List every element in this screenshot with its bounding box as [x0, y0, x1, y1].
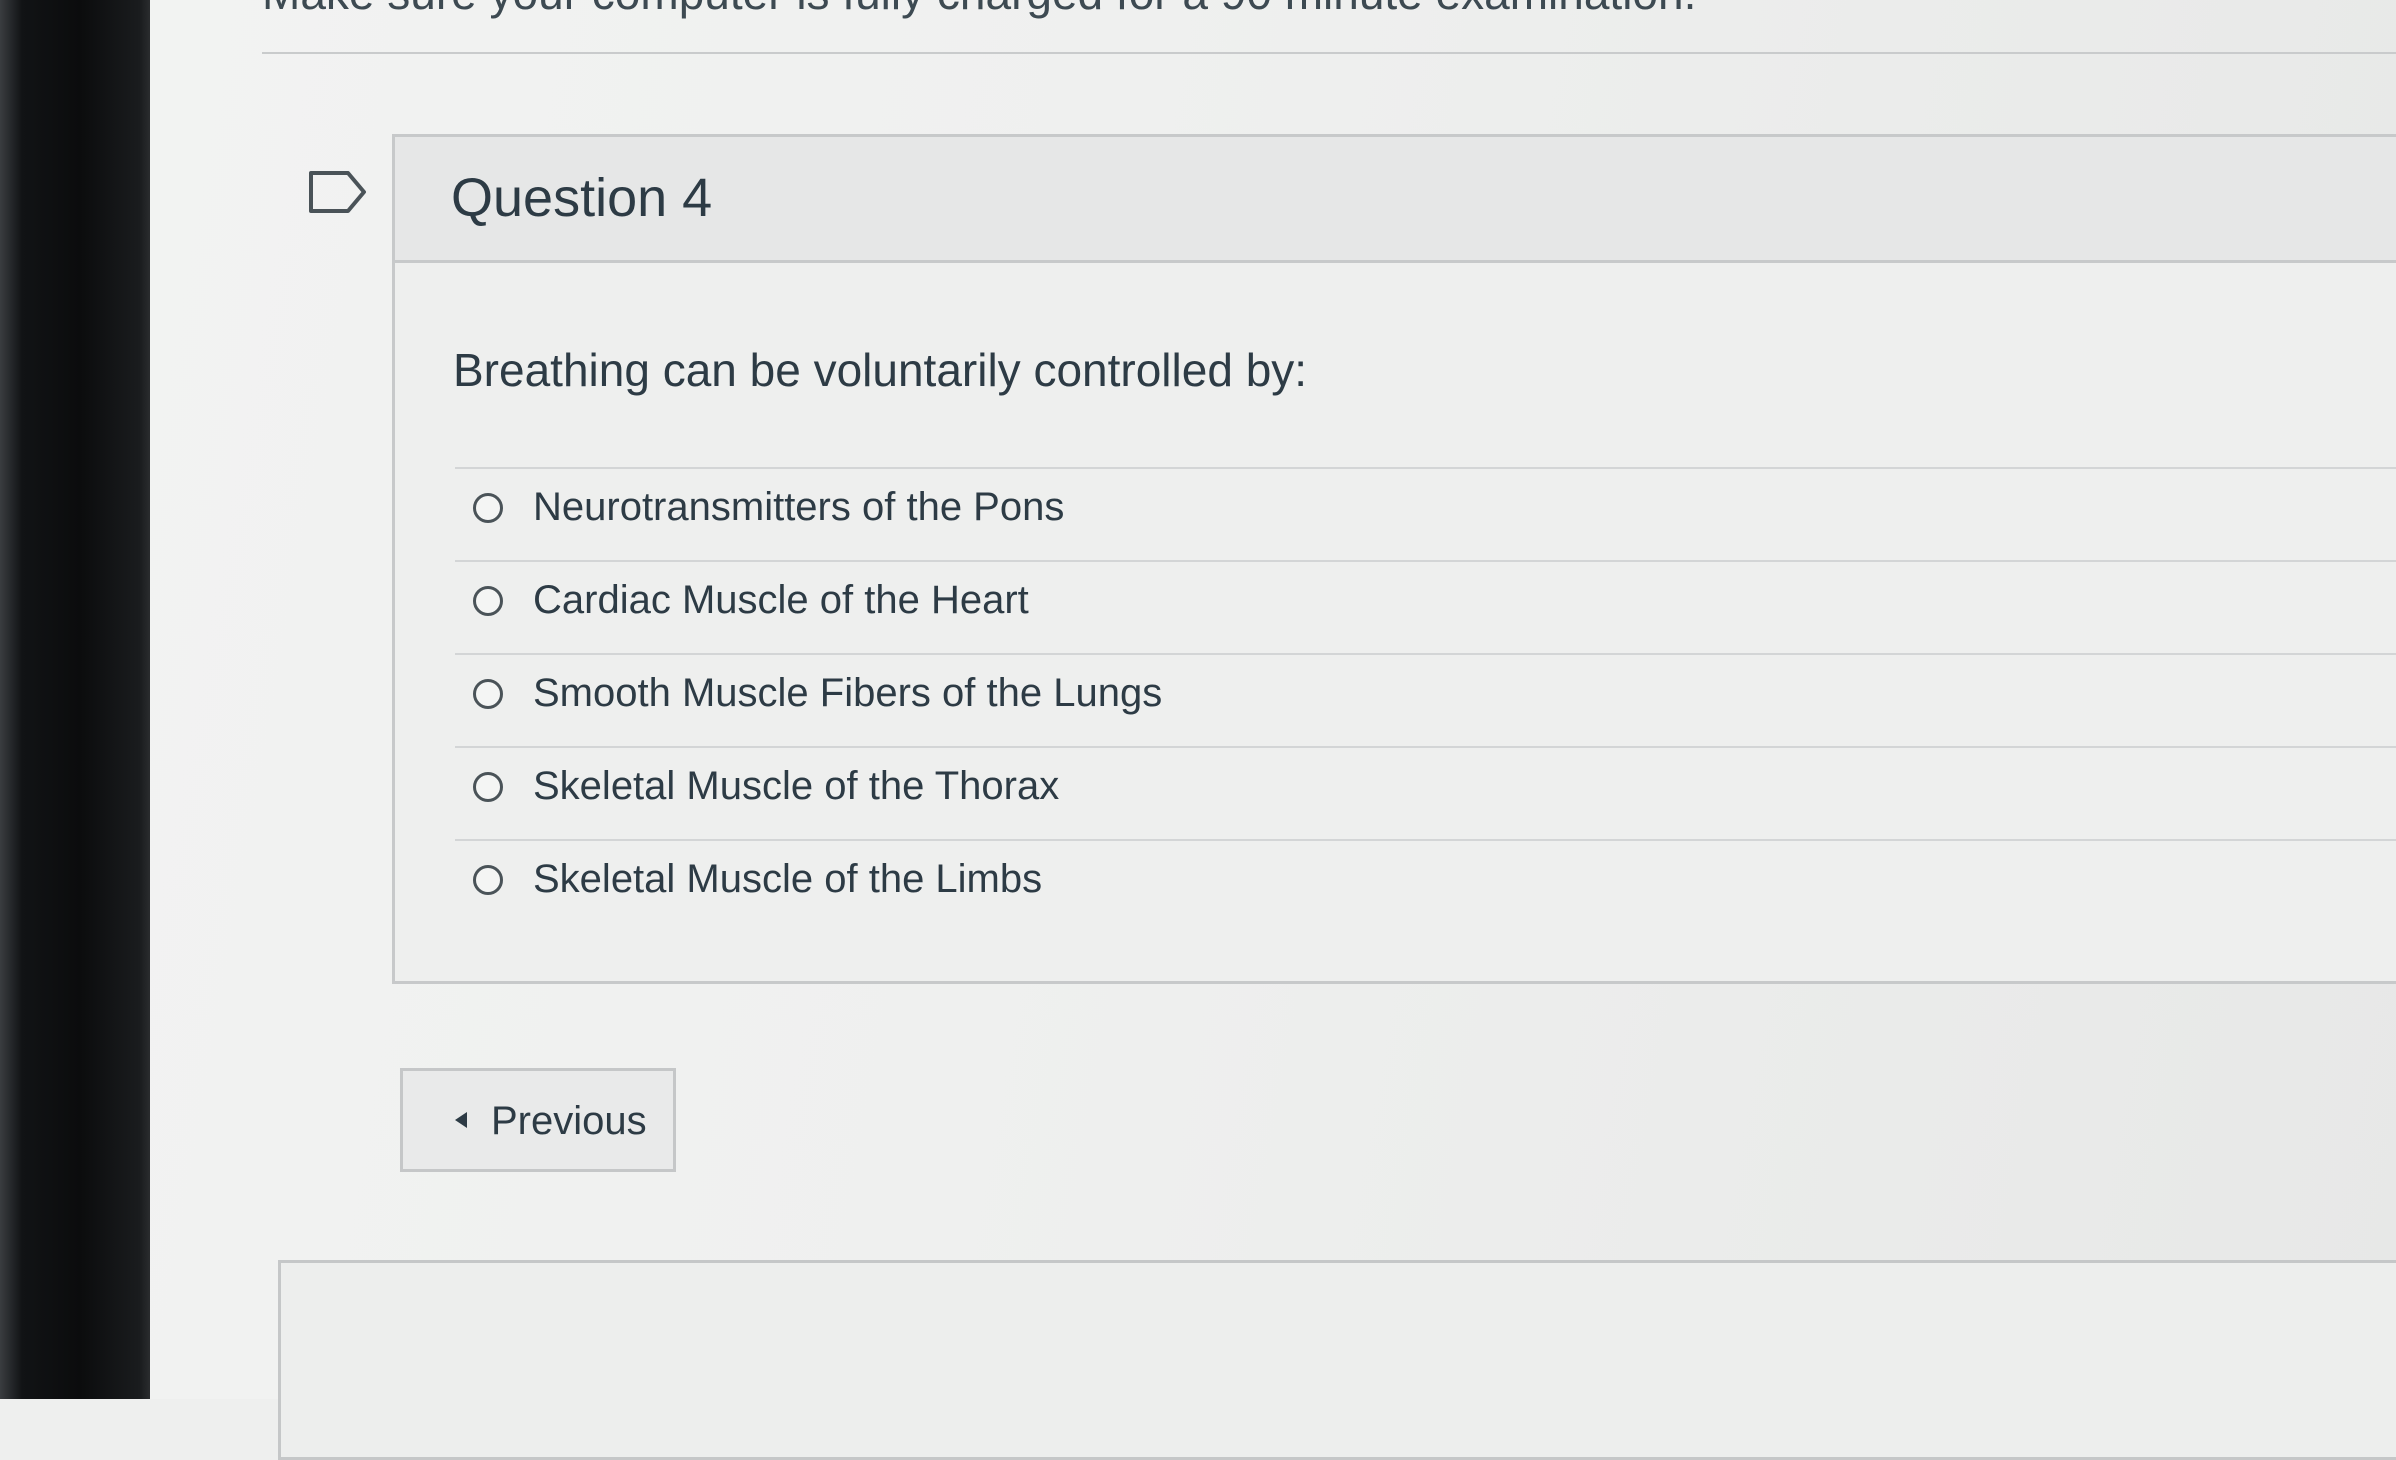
answer-option[interactable]: Skeletal Muscle of the Limbs — [455, 839, 2396, 932]
answer-option[interactable]: Skeletal Muscle of the Thorax — [455, 746, 2396, 839]
exam-instruction: Make sure your computer is fully charged… — [262, 0, 1696, 20]
answer-label[interactable]: Skeletal Muscle of the Thorax — [533, 764, 1059, 809]
radio-button[interactable] — [473, 586, 503, 616]
question-header: Question 4 — [395, 137, 2396, 263]
radio-button[interactable] — [473, 772, 503, 802]
bottom-panel — [278, 1260, 2396, 1460]
answer-label[interactable]: Neurotransmitters of the Pons — [533, 485, 1064, 530]
monitor-bezel — [0, 0, 150, 1399]
radio-button[interactable] — [473, 679, 503, 709]
answer-label[interactable]: Smooth Muscle Fibers of the Lungs — [533, 671, 1162, 716]
answer-option[interactable]: Smooth Muscle Fibers of the Lungs — [455, 653, 2396, 746]
answer-label[interactable]: Skeletal Muscle of the Limbs — [533, 857, 1042, 902]
answer-label[interactable]: Cardiac Muscle of the Heart — [533, 578, 1029, 623]
answer-option[interactable]: Neurotransmitters of the Pons — [455, 467, 2396, 560]
previous-button[interactable]: Previous — [400, 1068, 676, 1172]
question-text: Breathing can be voluntarily controlled … — [453, 344, 1308, 396]
answer-list: Neurotransmitters of the Pons Cardiac Mu… — [455, 467, 2396, 932]
radio-button[interactable] — [473, 493, 503, 523]
caret-left-icon — [455, 1112, 467, 1128]
divider — [262, 52, 2396, 54]
question-title: Question 4 — [451, 168, 713, 228]
answer-option[interactable]: Cardiac Muscle of the Heart — [455, 560, 2396, 653]
previous-label: Previous — [491, 1099, 647, 1143]
question-panel: Question 4 Breathing can be voluntarily … — [392, 134, 2396, 984]
radio-button[interactable] — [473, 865, 503, 895]
flag-outline-icon[interactable] — [308, 170, 368, 214]
